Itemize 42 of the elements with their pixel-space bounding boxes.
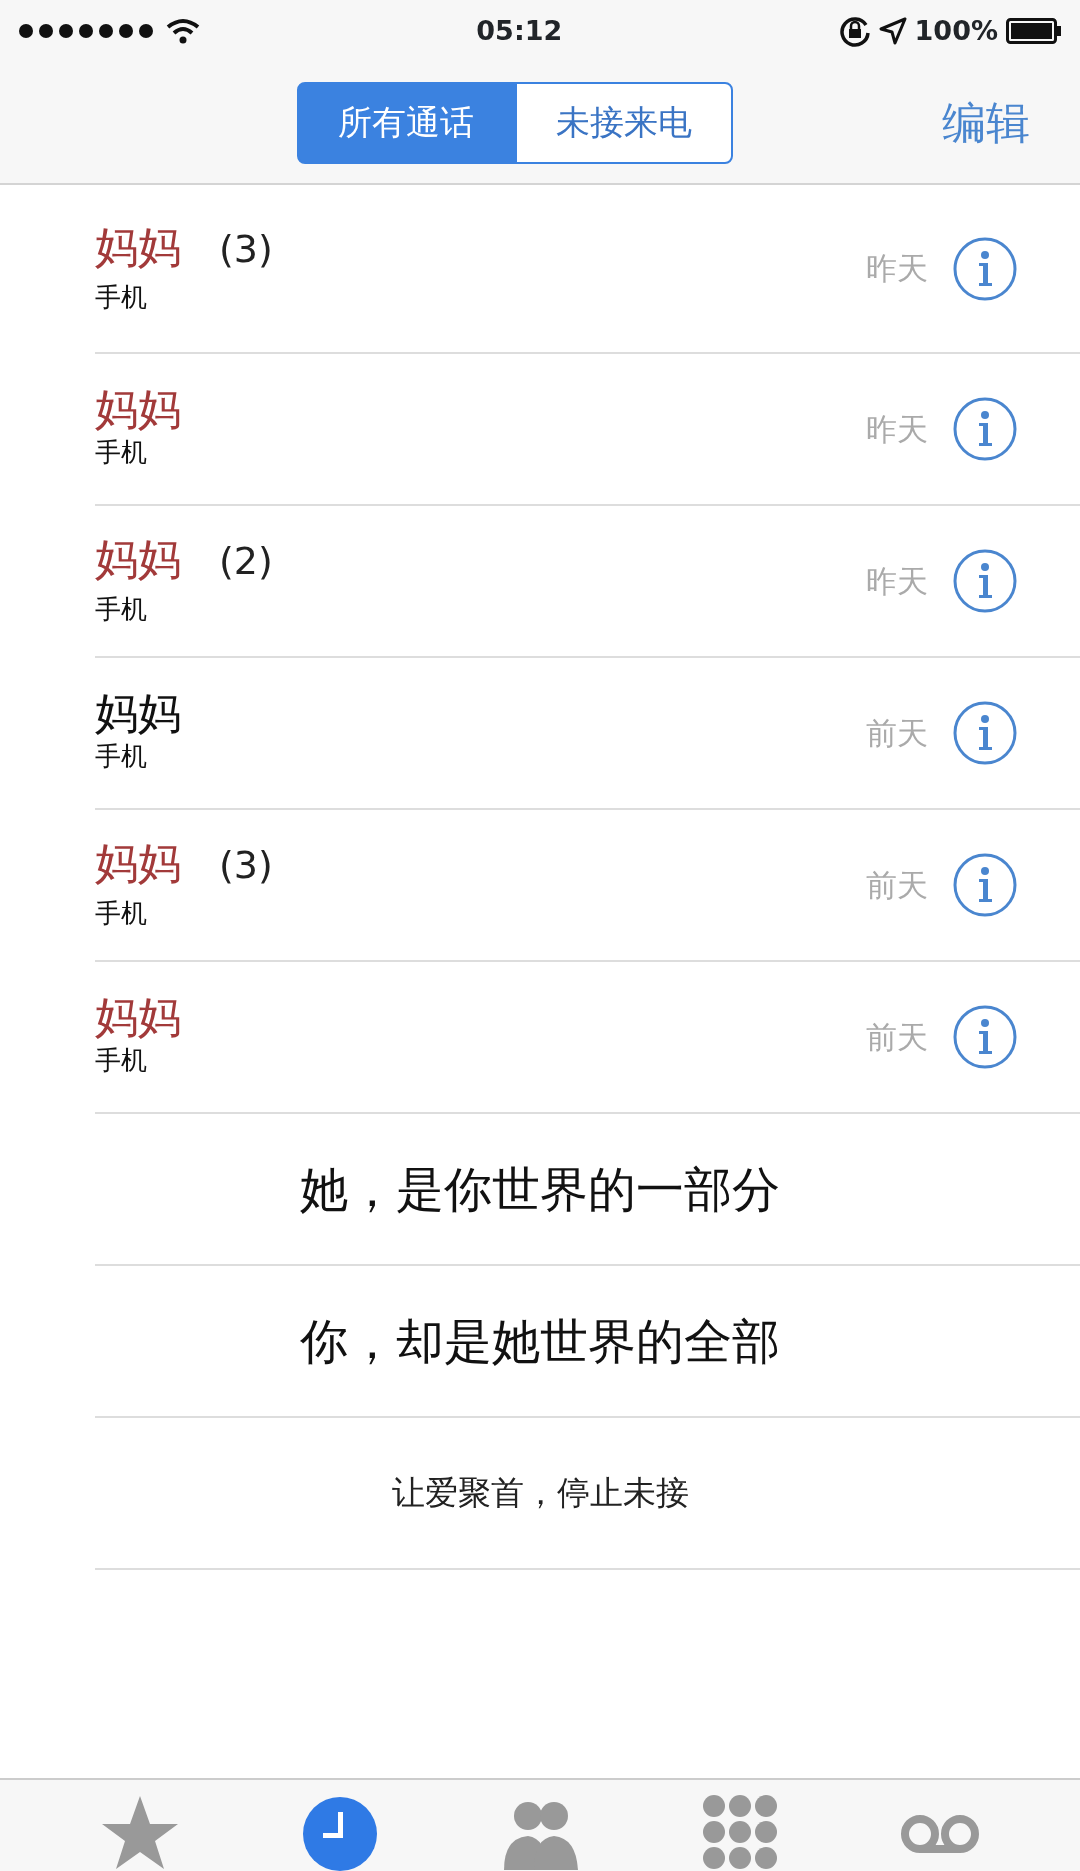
phone-type: 手机 [95,436,148,470]
phone-type: 手机 [95,280,148,314]
location-arrow-icon [878,17,907,45]
call-date: 前天 [866,865,928,905]
keypad-icon[interactable] [700,1794,780,1871]
info-icon[interactable] [952,235,1018,302]
contact-name: 妈妈 [95,536,181,584]
phone-type: 手机 [95,897,148,930]
slogan-text: 她，是你世界的一部分 [300,1160,780,1219]
battery-icon [1006,18,1062,44]
star-icon[interactable] [100,1794,180,1871]
info-icon[interactable] [952,548,1018,614]
edit-button[interactable]: 编辑 [942,89,1030,156]
call-count: (2) [219,538,273,585]
info-icon[interactable] [952,396,1018,462]
slogan-text: 你，却是她世界的全部 [300,1312,780,1371]
rotation-lock-icon [838,15,871,47]
contact-name: 妈妈 [95,689,181,738]
status-time: 05:12 [476,13,563,48]
contact-name: 妈妈 [95,223,181,271]
call-count: (3) [219,842,273,889]
contact-name: 妈妈 [95,840,181,888]
clock-icon[interactable] [300,1794,380,1871]
info-icon[interactable] [952,852,1018,918]
phone-type: 手机 [95,740,148,774]
contact-name: 妈妈 [95,993,181,1042]
phone-type: 手机 [95,593,148,626]
call-count: (3) [219,225,273,273]
phone-type: 手机 [95,1044,148,1078]
segment-tab[interactable]: 所有通话 [297,81,515,164]
slogan-text: 让爱聚首，停止未接 [391,1472,689,1515]
battery-percentage: 100% [914,13,998,48]
info-icon[interactable] [952,700,1018,766]
wifi-icon [166,18,200,44]
contact-name: 妈妈 [95,385,181,434]
call-date: 昨天 [866,561,928,601]
info-icon[interactable] [952,1004,1018,1070]
call-date: 前天 [866,713,928,753]
call-date: 昨天 [866,249,928,289]
segment-tab[interactable]: 未接来电 [515,81,733,164]
call-date: 昨天 [866,409,928,449]
call-date: 前天 [866,1017,928,1057]
